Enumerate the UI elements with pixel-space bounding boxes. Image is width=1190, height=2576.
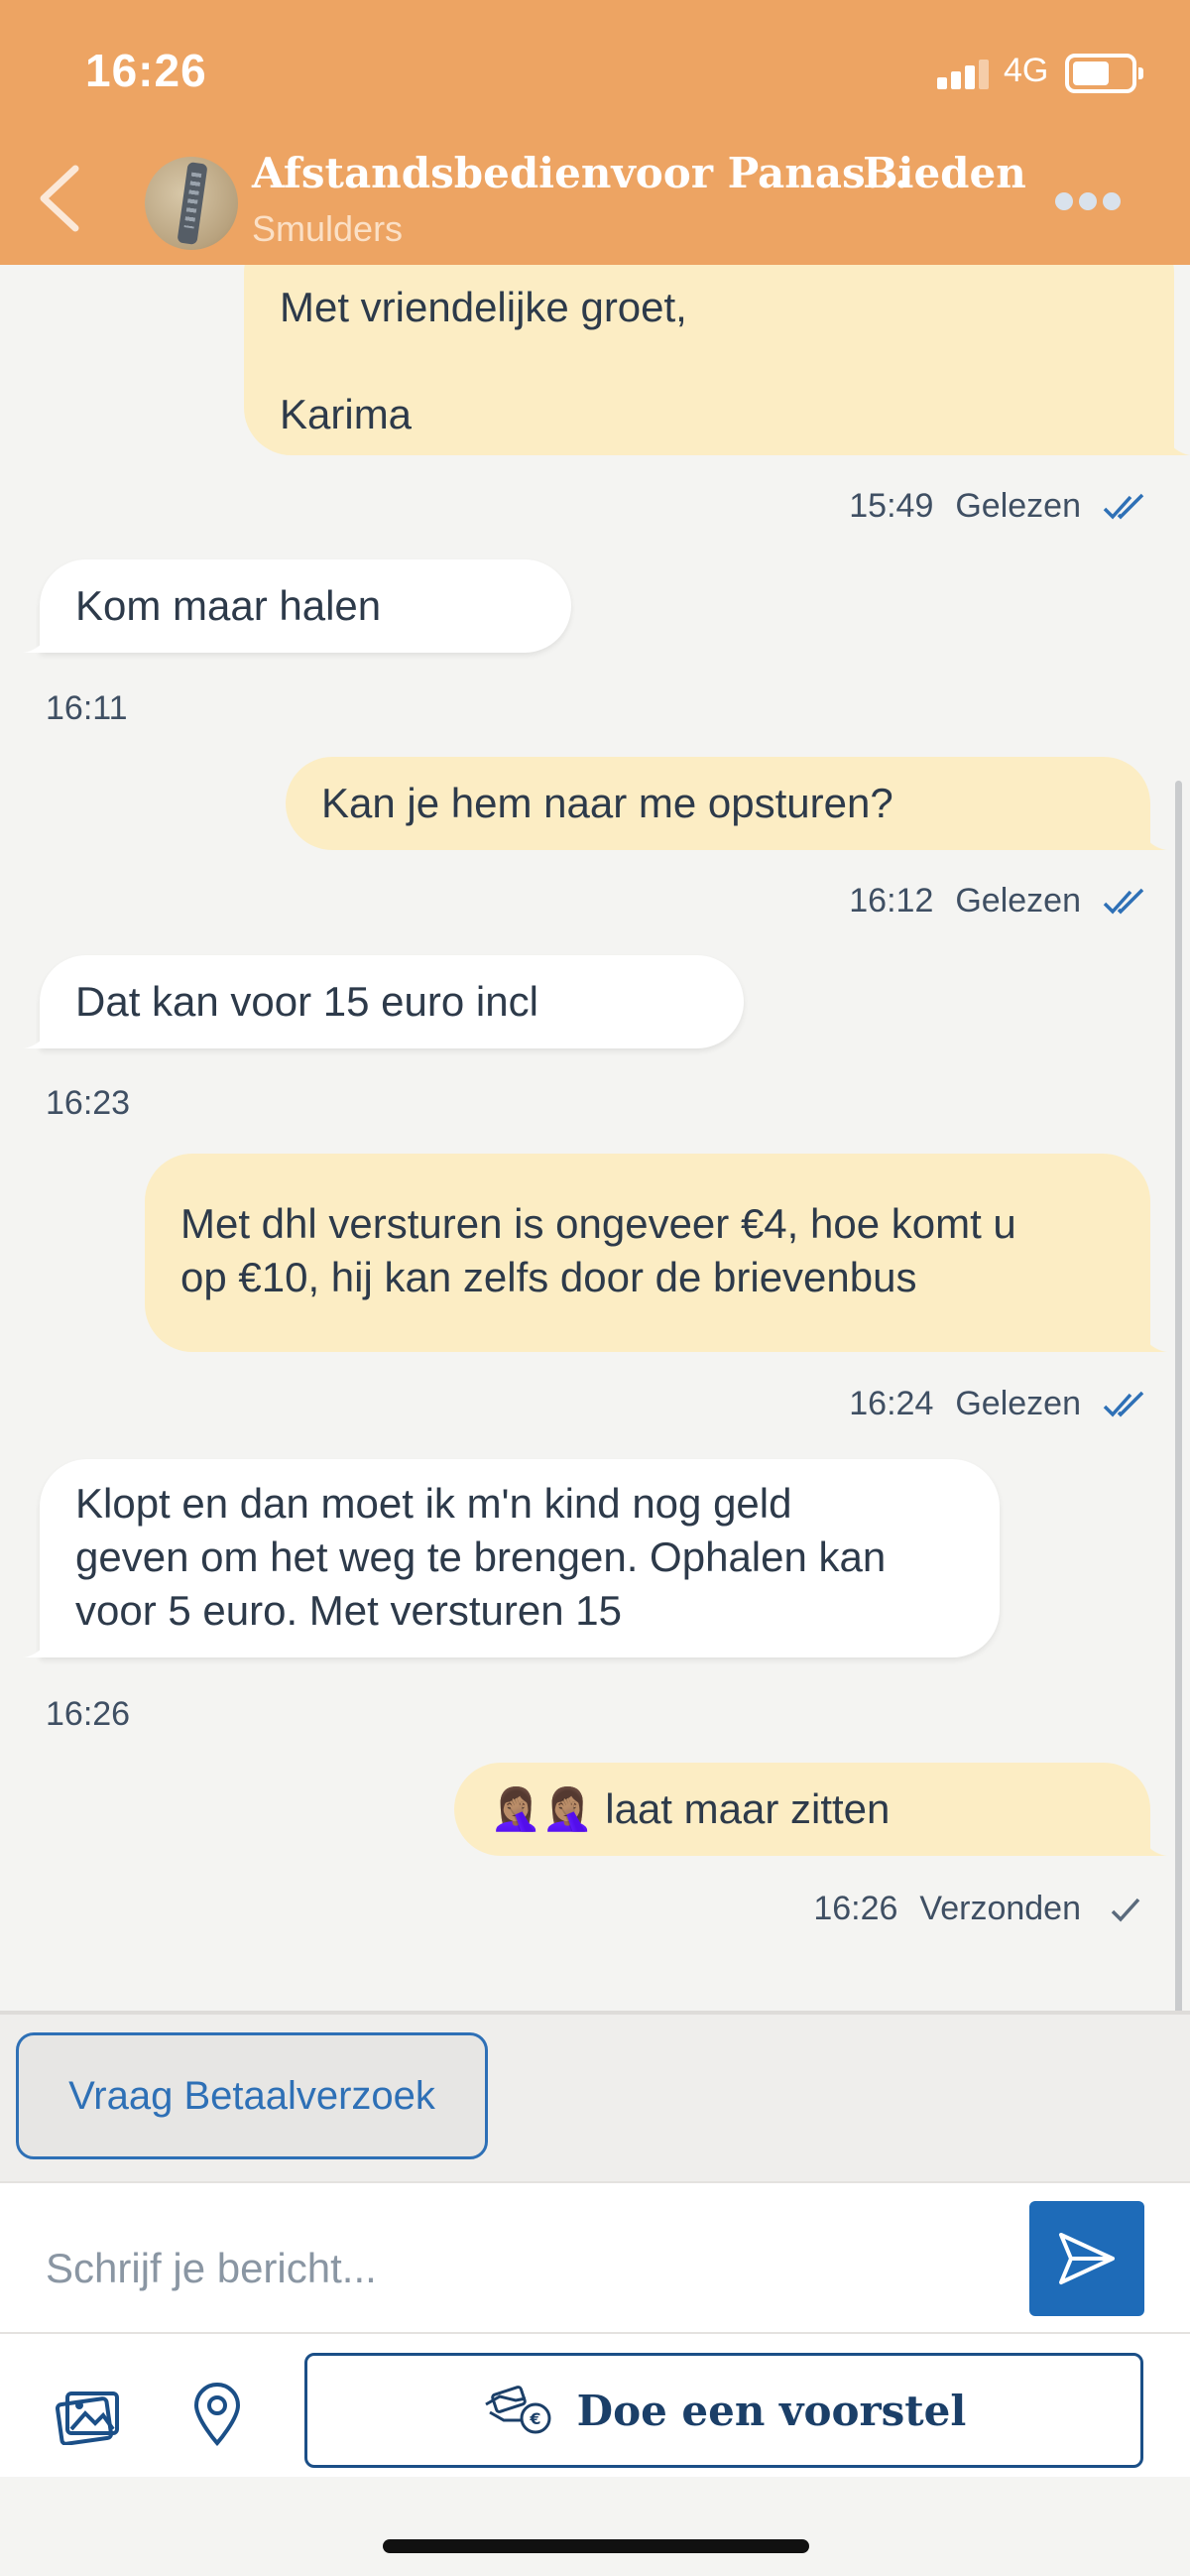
message-list[interactable]: Met vriendelijke groet, Karima 15:49 Gel… — [0, 265, 1190, 2011]
product-avatar[interactable] — [145, 157, 238, 250]
read-status: Gelezen — [955, 1385, 1081, 1422]
incoming-message: Klopt en dan moet ik m'n kind nog geld g… — [18, 1459, 1000, 1657]
status-time: 16:26 — [85, 45, 207, 96]
divider — [0, 2332, 1190, 2334]
message-meta: 16:12 Gelezen — [849, 882, 1146, 920]
message-time: 16:11 — [46, 689, 128, 727]
message-text: 🤦🏽‍♀️🤦🏽‍♀️ laat maar zitten — [490, 1785, 891, 1832]
outgoing-message: Kan je hem naar me opsturen? — [286, 757, 1172, 850]
back-button[interactable] — [30, 159, 89, 238]
message-meta: 16:24 Gelezen — [849, 1385, 1146, 1423]
chevron-left-icon — [40, 165, 79, 232]
message-text: Kan je hem naar me opsturen? — [321, 780, 893, 826]
home-indicator[interactable] — [383, 2539, 809, 2553]
double-check-icon — [1103, 493, 1144, 520]
message-text: op €10, hij kan zelfs door de brievenbus — [180, 1254, 917, 1300]
payment-request-button[interactable]: Vraag Betaalverzoek — [16, 2032, 488, 2159]
double-check-icon — [1103, 1391, 1144, 1417]
outgoing-message: Met vriendelijke groet, Karima — [244, 265, 1190, 455]
compose-panel: € Doe een voorstel — [0, 2181, 1190, 2509]
message-time: 16:26 — [46, 1695, 131, 1733]
battery-icon — [1065, 54, 1143, 93]
read-status: Gelezen — [955, 882, 1081, 920]
make-offer-button[interactable]: € Doe een voorstel — [304, 2353, 1143, 2468]
divider — [0, 2011, 1190, 2015]
signal-icon — [937, 58, 989, 89]
photo-icon — [55, 2392, 119, 2446]
message-time: 15:49 — [849, 487, 934, 525]
message-time: 16:23 — [46, 1084, 131, 1122]
home-bar — [0, 2477, 1190, 2576]
make-offer-label: Doe een voorstel — [576, 2386, 967, 2435]
message-text: Klopt en dan moet ik m'n kind nog geld — [75, 1480, 792, 1527]
hand-money-icon: € — [484, 2386, 551, 2434]
outgoing-message: Met dhl versturen is ongeveer €4, hoe ko… — [145, 1154, 1172, 1352]
message-text: Kom maar halen — [75, 582, 382, 629]
message-text: Dat kan voor 15 euro incl — [75, 978, 538, 1025]
message-time: 16:12 — [849, 882, 934, 920]
message-time: 16:24 — [849, 1385, 934, 1422]
app-header: 16:26 4G Afstandsbedienvoor Panas... Smu… — [0, 0, 1190, 265]
message-text: Met dhl versturen is ongeveer €4, hoe ko… — [180, 1200, 1016, 1247]
message-input[interactable] — [46, 2239, 978, 2298]
seller-name: Smulders — [252, 208, 404, 249]
message-meta: 15:49 Gelezen — [849, 487, 1146, 526]
double-check-icon — [1103, 888, 1144, 915]
message-text: voor 5 euro. Met versturen 15 — [75, 1587, 622, 1634]
scrollbar[interactable] — [1175, 781, 1182, 2011]
message-time: 16:26 — [813, 1890, 898, 1927]
message-text: Met vriendelijke groet, — [280, 284, 687, 330]
send-icon — [1059, 2233, 1115, 2284]
single-check-icon — [1111, 1898, 1140, 1922]
network-type: 4G — [1004, 52, 1049, 89]
message-meta: 16:26 Verzonden — [813, 1890, 1146, 1928]
incoming-message: Kom maar halen — [18, 559, 571, 653]
share-location-button[interactable] — [192, 2382, 242, 2447]
more-dots-icon — [1055, 192, 1073, 210]
bid-button[interactable]: Bieden — [863, 149, 1026, 197]
outgoing-message: 🤦🏽‍♀️🤦🏽‍♀️ laat maar zitten — [454, 1763, 1172, 1856]
product-title[interactable]: Afstandsbedienvoor Panas... — [252, 149, 909, 197]
read-status: Gelezen — [955, 487, 1081, 525]
svg-text:€: € — [529, 2409, 540, 2428]
sent-status: Verzonden — [919, 1890, 1081, 1927]
send-button[interactable] — [1029, 2201, 1144, 2316]
add-photo-button[interactable] — [55, 2390, 121, 2446]
location-pin-icon — [193, 2383, 241, 2447]
more-options-button[interactable] — [1051, 186, 1123, 216]
incoming-message: Dat kan voor 15 euro incl — [18, 955, 744, 1048]
message-text: Karima — [280, 391, 413, 437]
message-text: geven om het weg te brengen. Ophalen kan — [75, 1533, 887, 1580]
